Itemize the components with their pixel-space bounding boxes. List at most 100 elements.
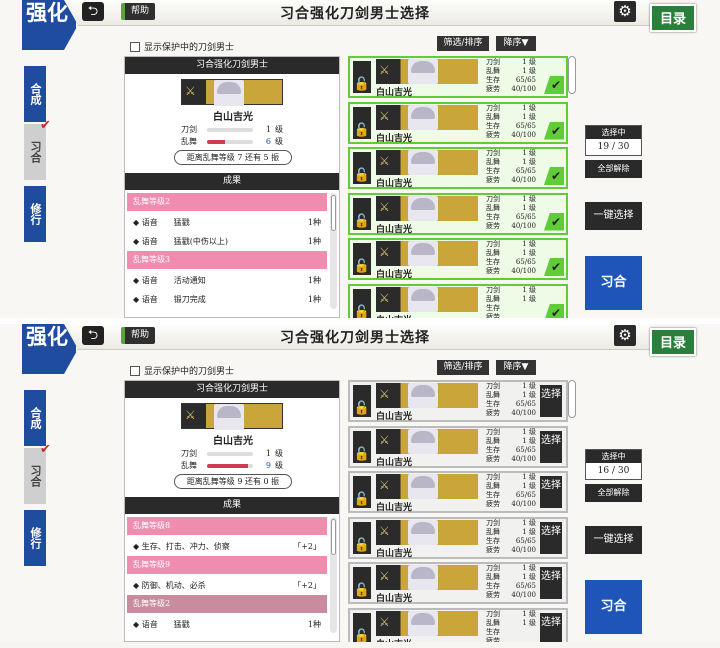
merge-button[interactable]: 习合 bbox=[585, 580, 642, 634]
select-button[interactable]: 选择 bbox=[540, 612, 562, 642]
side-tab-0[interactable]: 合成 bbox=[24, 390, 46, 446]
scroll-thumb[interactable] bbox=[568, 56, 576, 94]
card-stats: 刀剑 1 级乱舞 1 级生存 65/65 疲劳 40/100 bbox=[486, 149, 536, 185]
help-button[interactable]: 帮助 bbox=[121, 327, 155, 344]
result-item: 乱舞等级9 bbox=[127, 556, 327, 574]
stat-bar-fill bbox=[207, 139, 226, 144]
result-text: 乱舞等级2 bbox=[133, 599, 171, 608]
card-list-scrollbar[interactable] bbox=[568, 56, 576, 314]
filter-sort-button[interactable]: 筛选/排序 bbox=[437, 360, 489, 375]
merge-button[interactable]: 习合 bbox=[585, 256, 642, 310]
sword-card[interactable]: 🔓 ⚔ 白山吉光 刀剑 1 级乱舞 1 级生存 65/65 疲劳 40/100 选择 bbox=[348, 380, 568, 422]
lock-icon[interactable]: 🔓 bbox=[353, 197, 371, 230]
clear-all-button[interactable]: 全部解除 bbox=[585, 160, 642, 178]
one-click-select-button[interactable]: 一键选择 bbox=[585, 526, 642, 554]
sword-card[interactable]: 🔓⚔白山吉光刀剑1 级乱舞1 级生存疲劳✔ bbox=[348, 283, 568, 318]
menu-button[interactable]: 目录 bbox=[650, 4, 696, 32]
character-face bbox=[408, 428, 438, 454]
settings-button[interactable]: ⚙ bbox=[614, 1, 636, 22]
result-text: ◆ 语音 猛戳 bbox=[133, 620, 190, 629]
scroll-thumb[interactable] bbox=[331, 195, 336, 231]
results-list: 乱舞等级2 ◆ 语音 猛戳 1种 ◆ 语音 猛戳(中伤以上) 1种 乱舞等级3 ◆ 语音 活… bbox=[127, 193, 327, 309]
fatigue-label: 疲劳 bbox=[486, 409, 500, 417]
checkbox[interactable] bbox=[130, 365, 140, 376]
result-item: ◆ 语音 猛戳(中伤以上) 1种 bbox=[127, 232, 327, 251]
sword-card[interactable]: 🔓 ⚔ 白山吉光 刀剑 1 级乱舞 1 级生存 65/65 疲劳 40/100 选择 bbox=[348, 425, 568, 468]
life-label: 生存 bbox=[486, 400, 500, 408]
checkbox[interactable] bbox=[130, 41, 140, 52]
card-list-scrollbar[interactable] bbox=[568, 380, 576, 638]
sword-card[interactable]: 🔓⚔白山吉光刀剑1 级乱舞1 级生存疲劳选择 bbox=[348, 607, 568, 642]
select-button[interactable]: 选择 bbox=[540, 476, 562, 508]
settings-button[interactable]: ⚙ bbox=[614, 325, 636, 346]
base-sword-name: 白山吉光 bbox=[213, 436, 253, 447]
show-protected-label: 显示保护中的刀剑男士 bbox=[144, 367, 235, 377]
scroll-thumb[interactable] bbox=[568, 380, 576, 418]
results-scrollbar[interactable] bbox=[330, 517, 337, 633]
select-button[interactable]: 选择 bbox=[540, 521, 562, 554]
back-button[interactable]: ⮌ bbox=[82, 326, 104, 345]
life-label: 生存 bbox=[486, 121, 500, 130]
ranbu-level-label: 乱舞 bbox=[486, 67, 500, 75]
result-item: ◆ 防御、机动、必杀 「+2」 bbox=[127, 576, 327, 595]
help-button[interactable]: 帮助 bbox=[121, 3, 155, 20]
sword-card[interactable]: 🔓 ⚔ 白山吉光 刀剑 1 级乱舞 1 级生存 65/65 疲劳 40/100 ✔ bbox=[348, 192, 568, 235]
ranbu-level-label: 乱舞 bbox=[486, 391, 500, 399]
menu-button[interactable]: 目录 bbox=[650, 328, 696, 356]
filter-sort-button[interactable]: 筛选/排序 bbox=[437, 36, 489, 51]
results-scrollbar[interactable] bbox=[330, 193, 337, 309]
back-button[interactable]: ⮌ bbox=[82, 2, 104, 21]
lock-icon[interactable]: 🔓 bbox=[353, 106, 371, 139]
side-tab-0[interactable]: 合成 bbox=[24, 66, 46, 122]
lock-icon[interactable]: 🔓 bbox=[353, 61, 371, 93]
lock-icon[interactable]: 🔓 bbox=[353, 612, 371, 642]
lock-icon[interactable]: 🔓 bbox=[353, 152, 371, 184]
character-face bbox=[408, 383, 438, 408]
show-protected-toggle[interactable]: 显示保护中的刀剑男士 bbox=[130, 364, 234, 377]
lock-icon[interactable]: 🔓 bbox=[353, 288, 371, 318]
lock-icon[interactable]: 🔓 bbox=[353, 567, 371, 599]
lock-icon[interactable]: 🔓 bbox=[353, 430, 371, 463]
result-text: ◆ 生存、打击、冲力、侦察 bbox=[133, 542, 230, 551]
side-tab-2[interactable]: 修行 bbox=[24, 510, 46, 566]
sword-card[interactable]: 🔓 ⚔ 白山吉光 刀剑 1 级乱舞 1 级生存 65/65 疲劳 40/100 ✔ bbox=[348, 147, 568, 189]
counter-header: 选择中 bbox=[586, 126, 641, 139]
one-click-select-button[interactable]: 一键选择 bbox=[585, 202, 642, 230]
selected-check-icon: ✔ bbox=[544, 167, 564, 185]
select-button[interactable]: 选择 bbox=[540, 430, 562, 463]
card-name: 白山吉光 bbox=[376, 594, 413, 604]
ranbu-level-value: 1 级 bbox=[522, 436, 536, 445]
card-portrait: ⚔ bbox=[376, 474, 478, 499]
sword-card[interactable]: 🔓 ⚔ 白山吉光 刀剑 1 级乱舞 1 级生存 65/65 疲劳 40/100 ✔ bbox=[348, 238, 568, 280]
clear-all-button[interactable]: 全部解除 bbox=[585, 484, 642, 502]
card-portrait: ⚔ bbox=[376, 150, 478, 175]
result-item: ◆ 生存、打击、冲力、侦察 「+2」 bbox=[127, 537, 327, 556]
show-protected-toggle[interactable]: 显示保护中的刀剑男士 bbox=[130, 40, 234, 53]
life-label: 生存 bbox=[486, 303, 500, 312]
sword-card[interactable]: 🔓 ⚔ 白山吉光 刀剑 1 级乱舞 1 级生存 65/65 疲劳 40/100 选择 bbox=[348, 562, 568, 604]
sort-order-button[interactable]: 降序▼ bbox=[496, 36, 536, 51]
fatigue-value: 40/100 bbox=[511, 130, 536, 139]
scroll-thumb[interactable] bbox=[331, 519, 336, 555]
lock-icon[interactable]: 🔓 bbox=[353, 476, 371, 508]
sort-order-button[interactable]: 降序▼ bbox=[496, 360, 536, 375]
sword-card[interactable]: 🔓 ⚔ 白山吉光 刀剑 1 级乱舞 1 级生存 65/65 疲劳 40/100 选择 bbox=[348, 471, 568, 513]
side-tab-2[interactable]: 修行 bbox=[24, 186, 46, 242]
sword-card[interactable]: 🔓 ⚔ 白山吉光 刀剑 1 级乱舞 1 级生存 65/65 疲劳 40/100 ✔ bbox=[348, 56, 568, 98]
lock-icon[interactable]: 🔓 bbox=[353, 385, 371, 417]
select-button[interactable]: 选择 bbox=[540, 385, 562, 417]
card-stats: 刀剑 1 级乱舞 1 级生存 65/65 疲劳 40/100 bbox=[486, 58, 536, 94]
sword-card-list: 🔓 ⚔ 白山吉光 刀剑 1 级乱舞 1 级生存 65/65 疲劳 40/100 选择 🔓 ⚔ 白山吉光刀… bbox=[346, 380, 572, 642]
base-sword-name: 白山吉光 bbox=[213, 112, 253, 123]
select-button[interactable]: 选择 bbox=[540, 567, 562, 599]
lock-icon[interactable]: 🔓 bbox=[353, 521, 371, 554]
counter-value: 19 / 30 bbox=[597, 142, 630, 152]
card-stats: 刀剑 1 级乱舞 1 级生存 65/65 疲劳 40/100 bbox=[486, 240, 536, 276]
lock-icon[interactable]: 🔓 bbox=[353, 243, 371, 275]
check-mark-icon: ✔ bbox=[40, 442, 51, 457]
character-face bbox=[214, 404, 244, 430]
result-amount: 1种 bbox=[307, 295, 321, 304]
sword-card[interactable]: 🔓 ⚔ 白山吉光 刀剑 1 级乱舞 1 级生存 65/65 疲劳 40/100 选择 bbox=[348, 516, 568, 559]
sword-card[interactable]: 🔓 ⚔ 白山吉光 刀剑 1 级乱舞 1 级生存 65/65 疲劳 40/100 ✔ bbox=[348, 101, 568, 144]
ranbu-level-label: 乱舞 bbox=[486, 573, 500, 581]
